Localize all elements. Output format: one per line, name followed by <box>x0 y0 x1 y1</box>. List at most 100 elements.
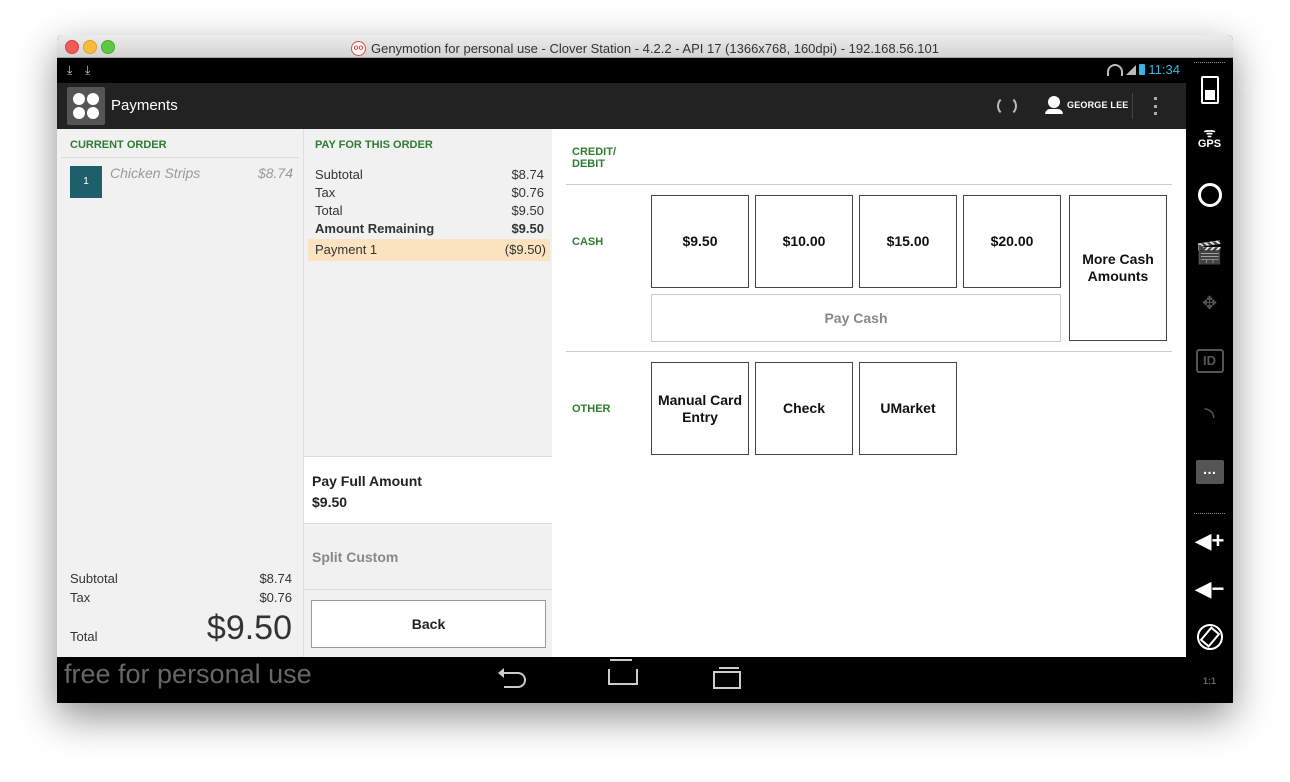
pay-row-value: $8.74 <box>511 167 544 182</box>
payment-methods-panel: CREDIT/ DEBIT CASH $9.50 $10.00 $15.00 $… <box>552 129 1186 657</box>
capture-widget-icon[interactable]: 🎬 <box>1186 240 1233 266</box>
recent-apps-nav-icon[interactable] <box>713 667 741 689</box>
wifi-icon <box>1107 63 1124 76</box>
cast-widget-icon[interactable]: ◝ <box>1186 401 1233 432</box>
order-tax-value: $0.76 <box>259 590 292 605</box>
action-bar-title: Payments <box>111 97 178 114</box>
divider <box>566 184 1172 185</box>
pay-row-value: ($9.50) <box>504 242 546 257</box>
android-navigation-bar: free for personal use <box>57 657 1186 703</box>
signal-icon <box>1126 64 1137 75</box>
clover-app-icon[interactable] <box>67 87 105 125</box>
pay-full-amount-button[interactable]: Pay Full Amount $9.50 <box>304 456 552 524</box>
toolbar-separator <box>1194 513 1225 516</box>
battery-widget-icon[interactable] <box>1186 76 1233 104</box>
volume-up-icon[interactable]: ◀+ <box>1186 528 1233 554</box>
pay-row-label: Payment 1 <box>315 242 378 257</box>
pay-tax-row: Tax $0.76 <box>304 185 552 201</box>
pay-subtotal-row: Subtotal $8.74 <box>304 167 552 183</box>
pay-row-value: $9.50 <box>511 221 544 236</box>
sms-widget-icon[interactable]: … <box>1186 460 1233 484</box>
id-label: ID <box>1195 349 1224 373</box>
clover-leaf-icon <box>87 93 99 105</box>
close-window-button[interactable] <box>65 40 79 54</box>
rotate-screen-icon[interactable] <box>1186 624 1233 650</box>
refresh-icon[interactable] <box>997 96 1017 116</box>
cash-heading: CASH <box>572 236 604 248</box>
clover-leaf-icon <box>73 93 85 105</box>
more-cash-amounts-button[interactable]: More Cash Amounts <box>1069 195 1167 341</box>
pay-for-order-heading: PAY FOR THIS ORDER <box>315 139 433 151</box>
cash-amount-button[interactable]: $15.00 <box>859 195 957 288</box>
action-bar-divider <box>1132 93 1133 119</box>
device-id-widget-icon[interactable]: ID <box>1186 349 1233 373</box>
order-subtotal-label: Subtotal <box>70 571 118 586</box>
cash-amount-button[interactable]: $20.00 <box>963 195 1061 288</box>
cash-amount-button[interactable]: $9.50 <box>651 195 749 288</box>
download-icon: ⤓ <box>67 63 73 77</box>
status-time: 11:34 <box>1148 62 1180 77</box>
minimize-window-button[interactable] <box>83 40 97 54</box>
overflow-menu-icon[interactable] <box>1154 97 1157 115</box>
cash-amount-button[interactable]: $10.00 <box>755 195 853 288</box>
item-price: $8.74 <box>257 165 293 181</box>
download-icon: ⤓ <box>85 63 91 77</box>
divider <box>304 589 552 590</box>
clover-leaf-icon <box>87 107 99 119</box>
status-indicators: 11:34 <box>1107 62 1180 77</box>
genymotion-logo-icon: oo <box>350 41 366 56</box>
check-button[interactable]: Check <box>755 362 853 455</box>
order-total-value: $9.50 <box>206 609 292 647</box>
camera-widget-icon[interactable] <box>1186 183 1233 207</box>
pay-cash-button[interactable]: Pay Cash <box>651 294 1061 342</box>
pay-row-label: Total <box>315 203 343 218</box>
pay-full-amount-label: Pay Full Amount <box>312 473 422 489</box>
order-item[interactable]: 1 Chicken Strips $8.74 <box>61 157 299 202</box>
pay-total-row: Total $9.50 <box>304 203 552 219</box>
credit-debit-heading: CREDIT/ DEBIT <box>572 146 616 170</box>
divider <box>566 351 1172 352</box>
dpad-widget-icon[interactable]: ✥ <box>1186 293 1233 314</box>
gps-widget-icon[interactable]: ᯤ GPS <box>1186 126 1233 150</box>
window-title-text: Genymotion for personal use - Clover Sta… <box>370 40 939 56</box>
other-heading: OTHER <box>572 403 611 415</box>
pay-for-order-panel: PAY FOR THIS ORDER Subtotal $8.74 Tax $0… <box>304 129 552 657</box>
pixel-perfect-icon[interactable]: 1:1 <box>1186 676 1233 686</box>
split-custom-button[interactable]: Split Custom <box>312 549 398 565</box>
order-subtotal-value: $8.74 <box>259 571 292 586</box>
payments-content: CURRENT ORDER 1 Chicken Strips $8.74 Sub… <box>57 129 1186 657</box>
pay-row-label: Tax <box>315 185 336 200</box>
genymotion-toolbar: ᯤ GPS 🎬 ✥ ID ◝ … ◀+ ◀− 1:1 <box>1186 58 1233 703</box>
umarket-button[interactable]: UMarket <box>859 362 957 455</box>
pay-row-label: Subtotal <box>315 167 363 182</box>
pay-full-amount-value: $9.50 <box>312 494 348 510</box>
scale-label: 1:1 <box>1202 676 1216 686</box>
payment-row[interactable]: Payment 1 ($9.50) <box>308 239 550 261</box>
user-avatar-icon[interactable] <box>1045 96 1063 114</box>
order-total-label: Total <box>70 629 98 644</box>
item-name: Chicken Strips <box>110 165 201 181</box>
window-title: oo Genymotion for personal use - Clover … <box>350 38 939 60</box>
item-quantity-badge: 1 <box>70 166 102 198</box>
current-order-heading: CURRENT ORDER <box>70 139 167 151</box>
clover-leaf-icon <box>73 107 85 119</box>
back-button[interactable]: Back <box>311 600 546 648</box>
emulator-window: oo Genymotion for personal use - Clover … <box>57 35 1233 703</box>
pay-row-label: Amount Remaining <box>315 221 435 236</box>
zoom-window-button[interactable] <box>101 40 115 54</box>
user-name[interactable]: GEORGE LEE <box>1067 100 1129 110</box>
toolbar-separator <box>1194 62 1225 65</box>
pay-row-value: $0.76 <box>511 185 544 200</box>
pay-row-value: $9.50 <box>511 203 544 218</box>
amount-remaining-row: Amount Remaining $9.50 <box>304 221 552 237</box>
order-tax-label: Tax <box>70 590 91 605</box>
back-nav-icon[interactable] <box>498 668 526 688</box>
gps-label: GPS <box>1197 138 1222 150</box>
status-bar: ⤓ ⤓ 11:34 <box>57 58 1186 83</box>
android-screen: ⤓ ⤓ 11:34 Payments GEORGE LEE CURRENT OR… <box>57 58 1186 703</box>
manual-card-entry-button[interactable]: Manual Card Entry <box>651 362 749 455</box>
battery-icon <box>1139 64 1146 75</box>
action-bar: Payments GEORGE LEE <box>57 83 1186 129</box>
volume-down-icon[interactable]: ◀− <box>1186 576 1233 602</box>
window-titlebar: oo Genymotion for personal use - Clover … <box>57 35 1233 58</box>
